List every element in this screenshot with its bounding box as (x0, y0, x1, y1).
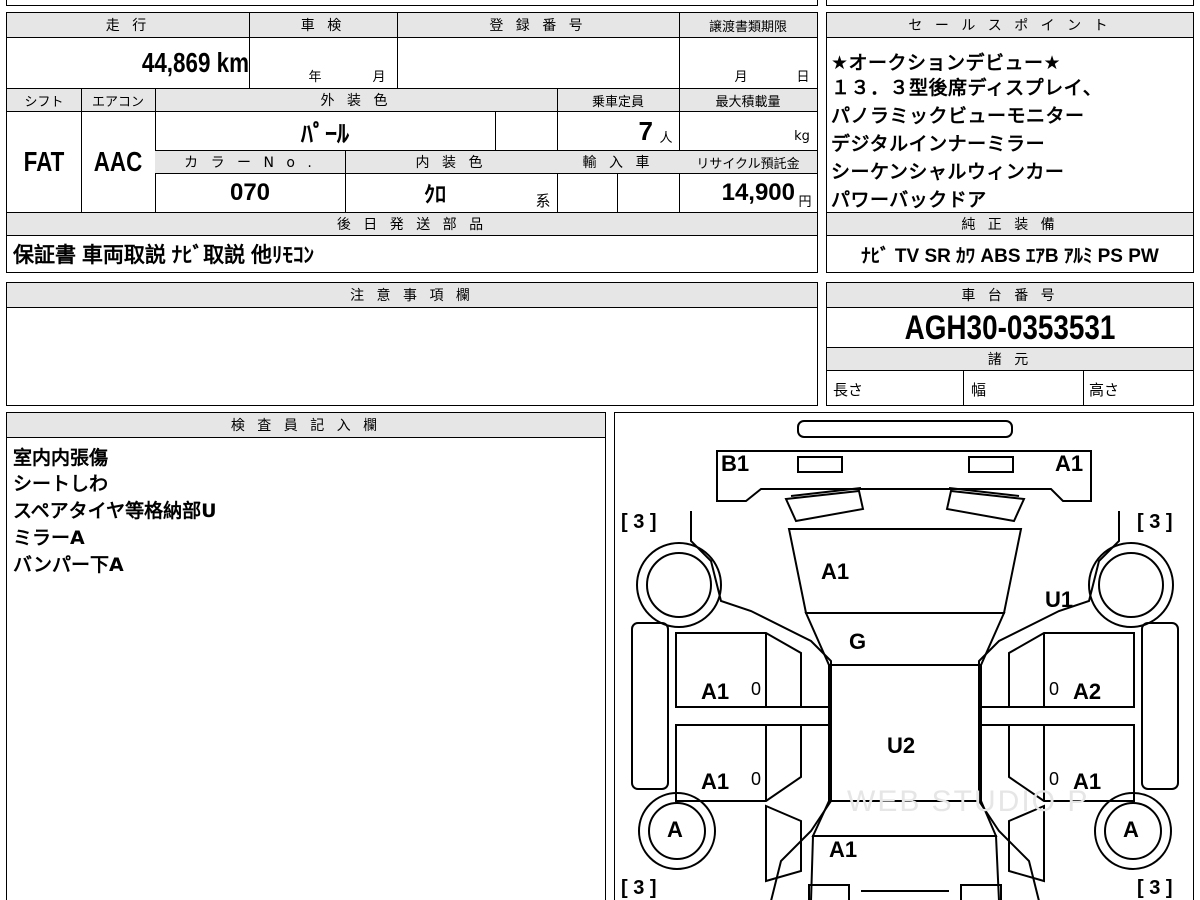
damage-left-rear-door: A1 (701, 679, 730, 704)
notes-panel: 注 意 事 項 欄 (6, 282, 818, 406)
damage-left-front-door: A1 (701, 769, 730, 794)
capacity-value: 7 (638, 115, 653, 146)
aircon-value: AAC (93, 146, 143, 177)
mileage-value: 44,869 km (141, 47, 249, 78)
inspector-note: シートしわ (13, 473, 109, 495)
capacity-header: 乗車定員 (557, 89, 679, 111)
bracket-bottom-left: [ 3 ] (621, 877, 657, 899)
standard-equipment-value: ﾅﾋﾞ TV SR ｶﾜ ABS ｴｱB ｱﾙﾐ PS PW (861, 245, 1159, 267)
max-load-header: 最大積載量 (679, 89, 817, 111)
inspection-year-label: 年 (308, 69, 322, 85)
capacity-unit: 人 (659, 130, 673, 146)
inspector-note: スペアタイヤ等格納部U (13, 500, 217, 522)
damage-left-front-wheel: A (667, 817, 683, 842)
damage-hood: A1 (829, 837, 858, 862)
sales-point-line: ★オークションデビュー★ (831, 52, 1062, 74)
car-outline-diagram (631, 420, 1179, 900)
damage-rear-glass: G (849, 629, 867, 654)
deadline-day-label: 日 (796, 69, 810, 85)
sales-point-line: パワーバックドア (831, 189, 987, 211)
top-strip (6, 0, 818, 6)
inspector-header: 検 査 員 記 入 欄 (7, 413, 605, 437)
notes-header: 注 意 事 項 欄 (7, 283, 817, 307)
deadline-month-label: 月 (734, 69, 748, 85)
sales-points-header: セ ー ル ス ポ イ ン ト (827, 13, 1193, 37)
color-no-header: カ ラ ー N o . (155, 151, 345, 173)
sales-point-line: デジタルインナーミラー (831, 133, 1046, 155)
spec-length-label: 長さ (833, 380, 864, 399)
inspector-note: バンパー下A (13, 554, 124, 576)
recycle-header: リサイクル預託金 (679, 151, 817, 173)
exterior-color-header: 外 装 色 (155, 89, 557, 111)
specs-header: 諸 元 (827, 348, 1193, 370)
interior-color-value: ｸﾛ (423, 182, 446, 207)
damage-rear-left: B1 (721, 451, 750, 476)
damage-roof-rear: A1 (821, 559, 850, 584)
damage-right-rear-quarter: U1 (1045, 587, 1074, 612)
recycle-unit: 円 (798, 194, 812, 210)
vehicle-info-table: 走 行 車 検 登 録 番 号 譲渡書類期限 44,869 km 年 月 月 日… (6, 12, 818, 273)
top-strip-right (826, 0, 1194, 6)
later-parts-header: 後 日 発 送 部 品 (7, 213, 817, 235)
damage-right-rear-door: A2 (1073, 679, 1102, 704)
aircon-header: エアコン (81, 89, 155, 111)
sales-point-line: シーケンシャルウィンカー (831, 161, 1065, 183)
registration-header: 登 録 番 号 (397, 13, 679, 37)
watermark: WEB STUDIO P (847, 785, 1090, 818)
chassis-header: 車 台 番 号 (827, 283, 1193, 307)
inspection-header: 車 検 (249, 13, 397, 37)
chassis-number: AGH30-0353531 (904, 309, 1116, 347)
color-no-value: 070 (229, 179, 271, 206)
inspector-note: 室内内張傷 (13, 447, 109, 469)
bracket-left: [ 3 ] (621, 511, 657, 533)
sales-point-line: １３．３型後席ディスプレイ、 (831, 77, 1103, 99)
bracket-right: [ 3 ] (1137, 511, 1173, 533)
spec-height-label: 高さ (1089, 380, 1120, 399)
recycle-value: 14,900 (721, 179, 795, 206)
inspector-panel: 検 査 員 記 入 欄 室内内張傷 シートしわ スペアタイヤ等格納部U ミラーA… (6, 412, 606, 900)
interior-color-suffix: 系 (535, 191, 551, 210)
damage-map-panel: B1 A1 [ 3 ] [ 3 ] A1 U1 G A1 0 0 A2 U2 A… (614, 412, 1194, 900)
import-header: 輸 入 車 (557, 151, 679, 173)
transfer-deadline-header: 譲渡書類期限 (679, 13, 817, 37)
damage-right-front-wheel: A (1123, 817, 1139, 842)
max-load-unit: kg (794, 128, 810, 144)
sales-points-panel: セ ー ル ス ポ イ ン ト ★オークションデビュー★ １３．３型後席ディスプ… (826, 12, 1194, 273)
chassis-panel: 車 台 番 号 AGH30-0353531 諸 元 長さ 幅 高さ (826, 282, 1194, 406)
shift-header: シフト (7, 89, 81, 111)
inspector-note: ミラーA (13, 527, 85, 549)
interior-color-header: 内 装 色 (345, 151, 557, 173)
later-parts-value: 保証書 車両取説 ﾅﾋﾞ取説 他ﾘﾓｺﾝ (13, 244, 315, 267)
zero-mark: 0 (751, 769, 762, 789)
exterior-color-value: ﾊﾟｰﾙ (301, 120, 349, 148)
spec-width-label: 幅 (971, 380, 987, 399)
damage-rear-right: A1 (1055, 451, 1084, 476)
standard-equipment-header: 純 正 装 備 (827, 213, 1193, 235)
bracket-bottom-right: [ 3 ] (1137, 877, 1173, 899)
shift-value: FAT (23, 146, 65, 177)
sales-point-line: パノラミックビューモニター (831, 105, 1085, 127)
zero-mark: 0 (1049, 679, 1060, 699)
mileage-header: 走 行 (7, 13, 249, 37)
zero-mark: 0 (751, 679, 762, 699)
damage-roof: U2 (887, 733, 916, 758)
inspection-month-label: 月 (372, 69, 386, 85)
